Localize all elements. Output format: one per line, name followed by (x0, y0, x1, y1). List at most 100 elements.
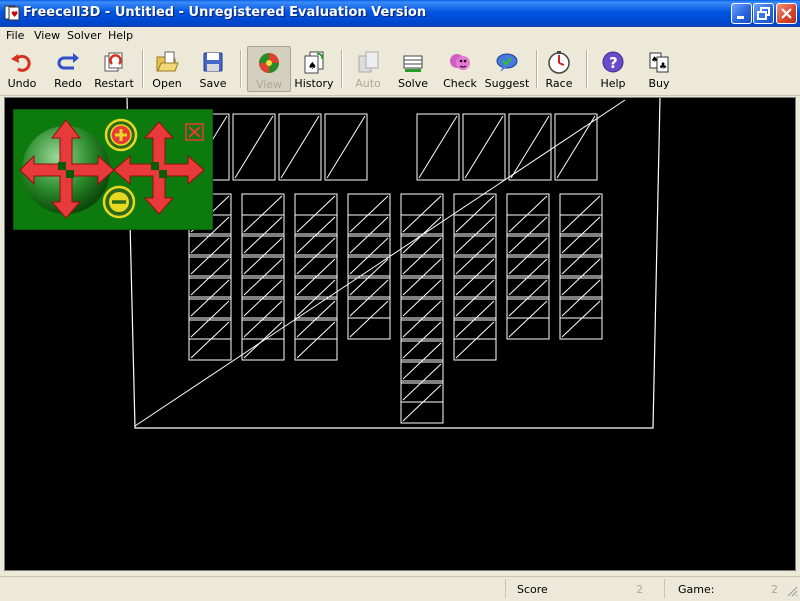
save-icon (203, 52, 223, 72)
tableau-card[interactable] (241, 256, 285, 298)
tableau-card[interactable] (400, 319, 444, 361)
tableau-card[interactable] (188, 256, 232, 298)
suggest-button[interactable]: Suggest (484, 46, 530, 92)
menu-file[interactable]: File (6, 29, 24, 42)
tableau-card[interactable] (453, 277, 497, 319)
menu-view[interactable]: View (34, 29, 60, 42)
game-label: Game: (678, 583, 715, 596)
menu-solver[interactable]: Solver (67, 29, 102, 42)
tableau-card[interactable] (188, 235, 232, 277)
minimize-button[interactable] (731, 3, 752, 24)
tableau-card[interactable] (347, 214, 391, 256)
open-button[interactable]: Open (149, 46, 185, 92)
zoom-in-icon[interactable] (104, 118, 138, 152)
help-button[interactable]: ? Help (595, 46, 631, 92)
view-navigation-panel[interactable] (13, 109, 213, 230)
tableau-card[interactable] (294, 193, 338, 235)
tableau-card[interactable] (188, 319, 232, 361)
tableau-card[interactable] (400, 193, 444, 235)
tableau-card[interactable] (453, 319, 497, 361)
buy-button[interactable]: ♣ ♠ Buy (641, 46, 677, 92)
view-button[interactable]: View (247, 46, 291, 92)
tableau-card[interactable] (347, 193, 391, 235)
foundation-slot[interactable] (508, 113, 552, 181)
rotate-arrows-icon[interactable] (19, 119, 115, 219)
toolbar-separator (142, 50, 144, 88)
undo-button[interactable]: Undo (4, 46, 40, 92)
open-icon (156, 51, 179, 72)
tableau-card[interactable] (559, 256, 603, 298)
tableau-card[interactable] (453, 298, 497, 340)
tableau-card[interactable] (453, 235, 497, 277)
tableau-card[interactable] (400, 256, 444, 298)
svg-text:?: ? (609, 54, 618, 72)
check-button[interactable]: Check (441, 46, 479, 92)
tableau-card[interactable] (294, 214, 338, 256)
undo-icon (11, 54, 31, 72)
tableau-card[interactable] (400, 361, 444, 403)
tableau-card[interactable] (506, 235, 550, 277)
tableau-card[interactable] (347, 256, 391, 298)
save-button[interactable]: Save (195, 46, 231, 92)
close-button[interactable] (776, 3, 797, 24)
tableau-card[interactable] (400, 382, 444, 424)
tableau-card[interactable] (506, 298, 550, 340)
history-button[interactable]: ♠ History (294, 46, 334, 92)
tableau-card[interactable] (241, 298, 285, 340)
tableau-card[interactable] (241, 214, 285, 256)
tableau-card[interactable] (241, 319, 285, 361)
close-overlay-icon[interactable] (185, 123, 204, 141)
restart-button[interactable]: Restart (92, 46, 136, 92)
tableau-card[interactable] (347, 277, 391, 319)
auto-button[interactable]: Auto (350, 46, 386, 92)
tableau-card[interactable] (400, 340, 444, 382)
tableau-card[interactable] (559, 277, 603, 319)
solve-button[interactable]: Solve (395, 46, 431, 92)
menu-bar: File View Solver Help (0, 27, 800, 45)
tableau-card[interactable] (506, 277, 550, 319)
menu-help[interactable]: Help (108, 29, 133, 42)
score-value: 2 (636, 583, 643, 596)
foundation-slot[interactable] (554, 113, 598, 181)
tableau-card[interactable] (506, 256, 550, 298)
tableau-card[interactable] (559, 214, 603, 256)
tableau-card[interactable] (453, 214, 497, 256)
redo-icon (57, 53, 79, 70)
tableau-card[interactable] (294, 235, 338, 277)
check-icon (450, 54, 470, 70)
maximize-button[interactable] (753, 3, 774, 24)
tableau-card[interactable] (506, 214, 550, 256)
resize-grip-icon[interactable] (786, 585, 798, 597)
race-button[interactable]: Race (541, 46, 577, 92)
tableau-card[interactable] (294, 256, 338, 298)
tableau-card[interactable] (400, 214, 444, 256)
tableau-card[interactable] (506, 193, 550, 235)
tableau-card[interactable] (400, 235, 444, 277)
freecell-slot[interactable] (278, 113, 322, 181)
tableau-card[interactable] (559, 298, 603, 340)
tableau-card[interactable] (188, 298, 232, 340)
foundation-slot[interactable] (462, 113, 506, 181)
tableau-card[interactable] (241, 277, 285, 319)
redo-button[interactable]: Redo (49, 46, 87, 92)
tableau-card[interactable] (453, 256, 497, 298)
tableau-card[interactable] (400, 277, 444, 319)
status-bar: Score 2 Game: 2 (0, 576, 800, 601)
tableau-card[interactable] (294, 277, 338, 319)
tableau-card[interactable] (400, 298, 444, 340)
zoom-out-icon[interactable] (102, 185, 136, 219)
tableau-card[interactable] (188, 277, 232, 319)
minimize-icon (737, 16, 744, 19)
game-board-area[interactable] (4, 97, 796, 571)
tableau-card[interactable] (294, 319, 338, 361)
freecell-slot[interactable] (232, 113, 276, 181)
foundation-slot[interactable] (416, 113, 460, 181)
history-icon: ♠ (304, 51, 324, 74)
tableau-card[interactable] (559, 193, 603, 235)
freecell-slot[interactable] (324, 113, 368, 181)
tableau-card[interactable] (241, 193, 285, 235)
tableau-card[interactable] (347, 298, 391, 340)
tableau-card[interactable] (559, 235, 603, 277)
tableau-card[interactable] (241, 235, 285, 277)
toolbar-separator (586, 50, 588, 88)
